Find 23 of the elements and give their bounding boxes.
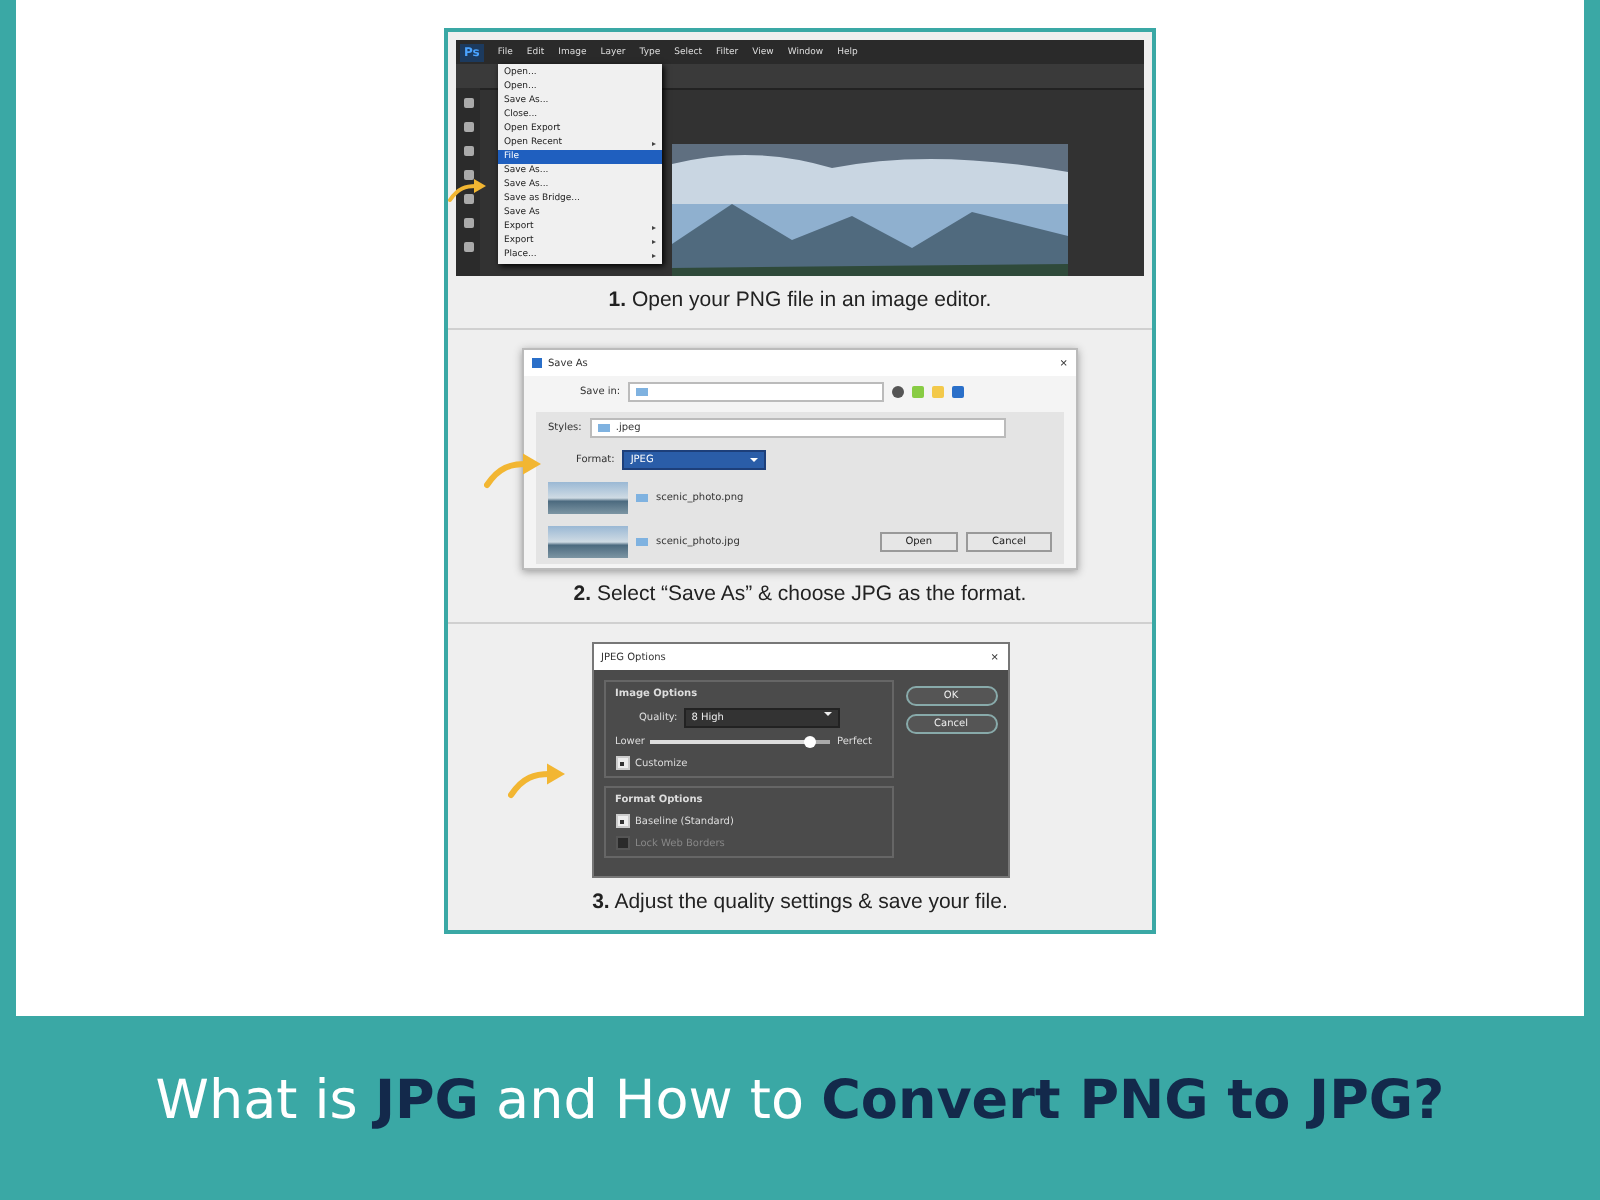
step-caption: 1. Open your PNG file in an image editor. [608, 286, 992, 316]
tool-icon[interactable] [463, 218, 473, 228]
caret-icon [823, 712, 832, 716]
banner-title: What is JPG and How to Convert PNG to JPG? [155, 1069, 1445, 1131]
curved-arrow-icon [448, 176, 488, 204]
image-file-icon [636, 494, 648, 502]
curved-arrow-icon [484, 450, 544, 490]
photo-thumbnail [548, 526, 628, 558]
tool-icon[interactable] [463, 146, 473, 156]
step-caption: 2. Select “Save As” & choose JPG as the format. [573, 580, 1027, 610]
tool-icon[interactable] [463, 242, 473, 252]
step-caption: 3. Adjust the quality settings & save your file. [592, 888, 1008, 918]
curved-arrow-icon [508, 760, 568, 800]
tool-icon[interactable] [463, 122, 473, 132]
slider-thumb[interactable] [803, 736, 816, 748]
tool-icon[interactable] [463, 98, 473, 108]
app-icon [532, 358, 542, 368]
photo-thumbnail [548, 482, 628, 514]
tool-icon[interactable] [463, 170, 473, 180]
caret-icon [750, 458, 759, 462]
tool-icon[interactable] [463, 194, 473, 204]
image-file-icon [636, 538, 648, 546]
save-in-field[interactable] [628, 382, 885, 402]
